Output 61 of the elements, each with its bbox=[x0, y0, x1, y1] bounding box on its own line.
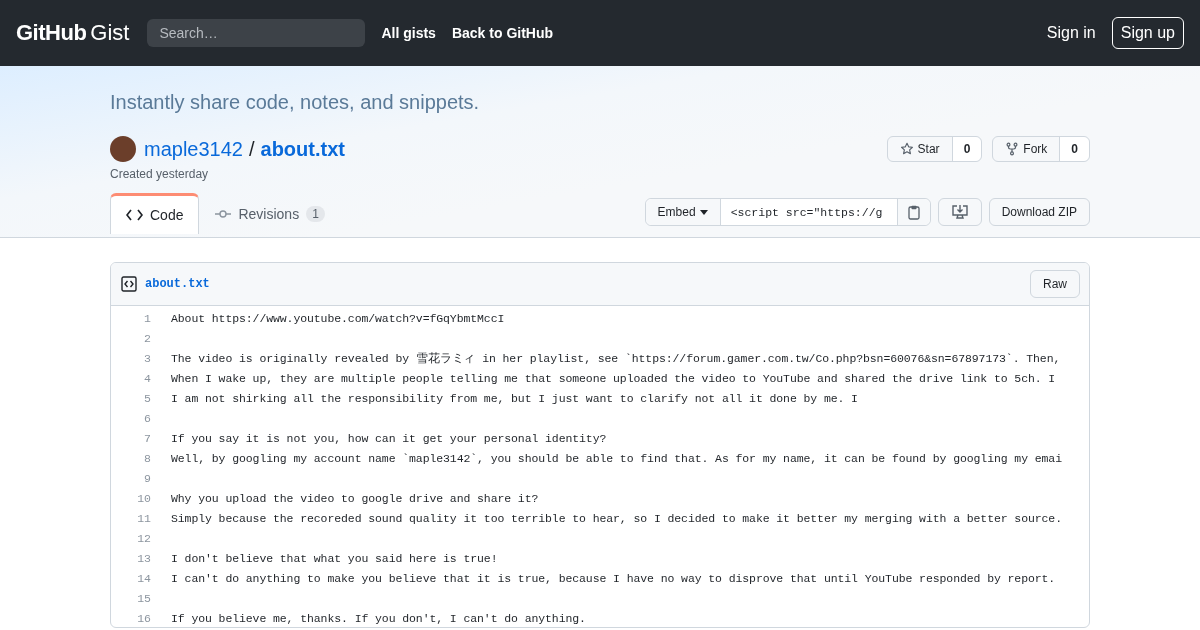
code-line: If you believe me, thanks. If you don't, I can't do anything. bbox=[171, 611, 586, 625]
owner-link[interactable]: maple3142 bbox=[144, 137, 243, 161]
embed-field[interactable]: <script src="https://g bbox=[719, 199, 898, 225]
line-number: 2 bbox=[143, 331, 151, 345]
search-field[interactable]: Search… bbox=[147, 19, 366, 47]
code-line: Why you upload the video to google drive and share it? bbox=[171, 491, 539, 505]
line-number: 12 bbox=[136, 531, 151, 545]
star-button[interactable]: Star bbox=[887, 137, 952, 161]
download-zip-button[interactable]: Download ZIP bbox=[988, 198, 1090, 226]
caret-icon bbox=[699, 209, 708, 215]
star-icon bbox=[899, 142, 914, 156]
fork-button[interactable]: Fork bbox=[993, 137, 1060, 161]
path-separator: / bbox=[248, 137, 255, 161]
line-number: 15 bbox=[136, 591, 151, 605]
code-line: I don't believe that what you said here is true! bbox=[171, 551, 498, 565]
sign-in-link[interactable]: Sign in bbox=[1046, 24, 1096, 42]
file-name-link[interactable]: about.txt bbox=[145, 277, 210, 291]
copy-button[interactable] bbox=[897, 199, 930, 225]
code-line: Simply because the recoreded sound quality it too terrible to hear, so I decided to make it better my merging with a better source. bbox=[171, 511, 1062, 525]
code-icon bbox=[126, 208, 143, 222]
clipboard-icon bbox=[907, 204, 920, 220]
code-line: I can't do anything to make you believe that it is true, because I have no way to disprove that until YouTube responded by report. bbox=[171, 571, 1056, 585]
nav-link[interactable]: Back to GitHub bbox=[451, 25, 554, 41]
code-line: When I wake up, they are multiple people telling me that someone uploaded the video to YouTube and shared the drive link to 5ch. I bbox=[171, 371, 1056, 385]
line-number: 1 bbox=[143, 311, 151, 325]
tab[interactable]: Code bbox=[110, 193, 200, 234]
line-number: 3 bbox=[143, 351, 151, 365]
line-number: 13 bbox=[136, 551, 151, 565]
embed-dropdown[interactable]: Embed bbox=[645, 199, 720, 225]
line-number: 8 bbox=[143, 451, 151, 465]
code-line: I am not shirking all the responsibility from me, but I just want to clarify not all it done by me. I bbox=[171, 391, 858, 405]
code-line: About https://www.youtube.com/watch?v=fGqYbmtMccI bbox=[171, 311, 505, 325]
counter-badge: 1 bbox=[306, 205, 325, 222]
gist-title-link[interactable]: about.txt bbox=[260, 137, 345, 161]
line-number: 14 bbox=[136, 571, 151, 585]
code-line: The video is originally revealed by 雪花ラミィ in her playlist, see `https://forum.gamer.com.tw/Co.php?bsn=60076&sn=67897173`. Then, bbox=[171, 350, 1061, 366]
line-number: 7 bbox=[143, 431, 151, 445]
line-number: 10 bbox=[136, 491, 151, 505]
raw-button[interactable]: Raw bbox=[1030, 270, 1080, 298]
count-label: 0 bbox=[1059, 137, 1089, 161]
desktop-download-icon bbox=[950, 204, 969, 220]
commit-icon bbox=[215, 208, 232, 219]
line-number: 16 bbox=[136, 611, 151, 625]
line-number: 9 bbox=[143, 471, 151, 485]
line-number: 4 bbox=[143, 371, 151, 385]
line-number: 5 bbox=[143, 391, 151, 405]
sign-up-button[interactable]: Sign up bbox=[1111, 17, 1184, 49]
tab[interactable]: Revisions 1 bbox=[199, 193, 341, 233]
line-number: 6 bbox=[143, 411, 151, 425]
fork-icon bbox=[1005, 142, 1020, 156]
count-label: 0 bbox=[951, 137, 982, 161]
created-date: Created yesterday bbox=[110, 167, 210, 181]
avatar[interactable] bbox=[110, 136, 136, 162]
code-line: Well, by googling my account name `maple3142`, you should be able to find that. As for my name, it can be found by googling my emai bbox=[171, 451, 1062, 465]
gist-logo[interactable]: GitHub Gist bbox=[16, 20, 130, 46]
tagline: Instantly share code, notes, and snippets. bbox=[110, 91, 481, 114]
code-line: If you say it is not you, how can it get your personal identity? bbox=[171, 431, 607, 445]
nav-link[interactable]: All gists bbox=[381, 25, 436, 41]
desktop-download-button[interactable] bbox=[937, 198, 982, 226]
line-number: 11 bbox=[136, 511, 151, 525]
code-file-icon bbox=[121, 276, 137, 292]
